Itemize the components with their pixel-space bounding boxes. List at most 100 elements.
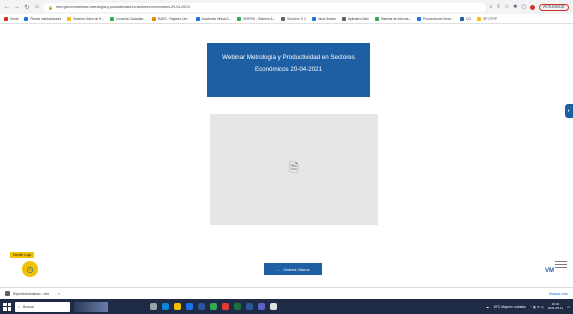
bookmark-favicon-icon [477, 16, 482, 21]
clock[interactable]: 10:42 2021-05-11 [548, 302, 563, 310]
vm-logo: VM [545, 259, 569, 274]
star-icon[interactable]: ☆ [505, 4, 509, 10]
address-bar[interactable]: 🔒 lmm.gob.mx/webinar-metrologia-y-produc… [44, 2, 486, 12]
gallery-button-label: Galeria Videos [283, 266, 310, 272]
url-text: lmm.gob.mx/webinar-metrologia-y-producti… [55, 5, 191, 9]
download-filename: ReporteActualizac...xlsx [13, 291, 50, 296]
bookmark-favicon-icon [67, 16, 72, 21]
app-icon[interactable] [222, 303, 229, 310]
excel-icon[interactable] [234, 303, 241, 310]
bookmark-item[interactable]: SISPRO - Sistema &... [237, 16, 276, 21]
zoom-icon[interactable]: ⌕ [490, 4, 493, 10]
bookmark-favicon-icon [151, 16, 156, 21]
accessibility-tab[interactable]: ◐ [565, 104, 573, 118]
page-title-banner: Webinar Metrología y Productividad en Se… [207, 43, 370, 97]
bookmark-label: SISPRO - Sistema &... [243, 16, 276, 21]
download-item[interactable]: ReporteActualizac...xlsx ▾ [5, 291, 60, 296]
show-all-link[interactable]: Mostrar todo [549, 292, 568, 296]
forward-icon[interactable]: → [14, 4, 20, 10]
store-icon[interactable] [198, 303, 205, 310]
bookmark-favicon-icon [4, 16, 8, 21]
bookmark-item[interactable]: Inicio Sesión [311, 16, 336, 21]
taskbar-search[interactable]: ⌕ Buscar [15, 301, 70, 312]
bookmark-item[interactable]: Sistema Único de R... [67, 16, 104, 21]
spreadsheet-icon [5, 291, 10, 296]
notifications-icon[interactable]: ▭ [567, 305, 570, 309]
search-placeholder: Buscar [23, 304, 35, 309]
chevron-down-icon[interactable]: ▾ [58, 292, 60, 296]
word-icon[interactable] [246, 303, 253, 310]
bookmark-label: Academia Virtual A... [201, 16, 232, 21]
weather-icon: ☁ [486, 304, 490, 309]
bookmark-item[interactable]: Academia Virtual A... [195, 16, 232, 21]
bookmark-label: Sistema Único de R... [73, 16, 104, 21]
bookmark-label: Inicio Sesión [317, 16, 336, 21]
bookmark-item[interactable]: Sistema de Informa... [374, 16, 412, 21]
profile-avatar[interactable] [530, 4, 536, 10]
bookmark-item[interactable]: Planes Institucionales [24, 16, 62, 21]
weather-text[interactable]: 19°C Mayorm. nublado [493, 305, 526, 309]
update-button[interactable]: Actualizar [539, 3, 569, 11]
bookmark-item[interactable]: CCI [459, 16, 472, 21]
download-shelf: ReporteActualizac...xlsx ▾ Mostrar todo [0, 287, 573, 299]
page-title-line-1: Webinar Metrología y Productividad en Se… [222, 54, 355, 61]
video-player[interactable]: 🗎 [210, 114, 378, 225]
bookmark-favicon-icon [341, 16, 346, 21]
gallery-videos-button[interactable]: ← Galeria Videos [264, 263, 322, 275]
bookmark-item[interactable]: Procuraduría Gener... [417, 16, 454, 21]
bookmark-label: CCI [465, 16, 472, 21]
bookmark-favicon-icon [237, 16, 242, 21]
share-icon[interactable]: ⇪ [496, 4, 500, 10]
bookmark-favicon-icon [110, 16, 114, 21]
mail-icon[interactable] [186, 303, 193, 310]
document-icon: 🗎 [289, 161, 299, 175]
lock-icon: 🔒 [48, 4, 53, 10]
bookmark-label: Planes Institucionales [30, 16, 62, 21]
bookmark-item[interactable]: Solución TI 2 [281, 16, 306, 21]
browser-toolbar: ← → ↻ ⌂ 🔒 lmm.gob.mx/webinar-metrologia-… [0, 0, 573, 14]
clock-icon[interactable]: ◷ [22, 261, 38, 277]
app-icon[interactable] [270, 303, 277, 310]
bookmark-label: Consulta Ciudadan... [116, 16, 146, 21]
edge-icon[interactable] [162, 303, 169, 310]
system-tray: ☁ 19°C Mayorm. nublado ⌃ ◧ ✉ ◫ 10:42 202… [486, 302, 570, 310]
task-view-icon[interactable] [150, 303, 157, 310]
bookmark-label: RUES - Registro Úni... [157, 16, 190, 21]
windows-taskbar: ⌕ Buscar ☁ 19°C Mayorm. nublado ⌃ ◧ ✉ ◫ … [0, 299, 573, 314]
accessibility-icon: ◐ [567, 108, 571, 114]
tray-icons[interactable]: ⌃ ◧ ✉ ◫ [530, 305, 544, 309]
file-explorer-icon[interactable] [174, 303, 181, 310]
reload-icon[interactable]: ↻ [24, 4, 30, 11]
bookmark-favicon-icon [374, 16, 379, 21]
search-highlight-image [74, 301, 108, 312]
tab-search-icon[interactable]: ▢ [521, 4, 526, 10]
extensions-icon[interactable]: ✱ [513, 4, 517, 10]
bookmarks-bar: Gmail Planes Institucionales Sistema Único… [0, 14, 573, 24]
arrow-left-icon: ← [276, 266, 281, 272]
bookmark-favicon-icon [459, 16, 464, 21]
bookmark-label: Sistema de Informa... [380, 16, 412, 21]
bookmark-favicon-icon [195, 16, 200, 21]
bookmark-favicon-icon [281, 16, 286, 21]
windows-start-icon[interactable] [3, 302, 11, 311]
bookmark-item[interactable]: SP CPYP [477, 16, 498, 21]
bookmark-item[interactable]: Gmail [4, 16, 19, 21]
survey-label: Escribir Logo [10, 252, 34, 258]
search-icon: ⌕ [18, 304, 21, 309]
vm-logo-text: VM [545, 268, 554, 274]
bookmark-item[interactable]: Aplicativo Sabi [341, 16, 369, 21]
bookmark-label: Solución TI 2 [287, 16, 306, 21]
update-label: Actualizar [543, 4, 565, 10]
page-title-line-2: Económicos 20-04-2021 [254, 66, 323, 73]
survey-widget[interactable]: Escribir Logo ◷ [10, 252, 40, 280]
bookmark-favicon-icon [24, 16, 29, 21]
teams-icon[interactable] [258, 303, 265, 310]
bookmark-favicon-icon [311, 16, 316, 21]
bookmark-item[interactable]: RUES - Registro Úni... [151, 16, 190, 21]
bookmark-item[interactable]: Consulta Ciudadan... [110, 16, 146, 21]
chrome-icon[interactable] [210, 303, 217, 310]
bookmark-label: Gmail [10, 16, 19, 21]
bookmark-label: SP CPYP [483, 16, 498, 21]
back-icon[interactable]: ← [4, 4, 10, 10]
home-icon[interactable]: ⌂ [34, 4, 40, 10]
